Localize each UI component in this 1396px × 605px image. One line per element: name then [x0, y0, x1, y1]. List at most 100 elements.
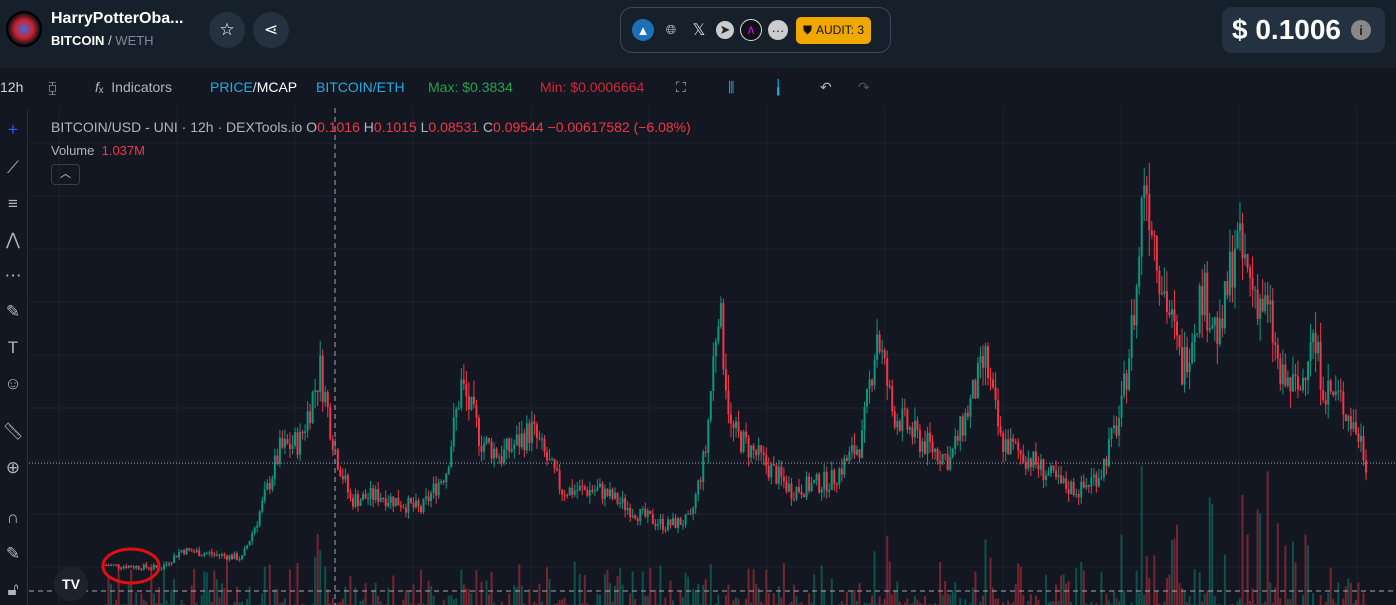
candle-body [120, 567, 123, 569]
candle-body [571, 487, 574, 495]
price-mcap-toggle[interactable]: PRICE/MCAP [210, 79, 297, 95]
price-chart[interactable] [29, 108, 1396, 605]
price-option[interactable]: PRICE [210, 79, 253, 95]
candle-body [792, 498, 795, 500]
candle-body [858, 449, 861, 458]
emoji-icon[interactable]: ☺ [2, 374, 24, 396]
favorite-button[interactable]: ☆ [209, 12, 245, 48]
candle-body [1077, 494, 1080, 498]
crosshair-icon[interactable]: + [2, 120, 24, 142]
prediction-icon[interactable]: ⋯ [2, 266, 24, 288]
candle-body [666, 519, 669, 530]
volume-bar [1286, 599, 1289, 605]
candle-body [621, 498, 624, 504]
magnet-icon[interactable]: ∩ [2, 508, 24, 530]
candle-body [929, 432, 932, 442]
undo-icon[interactable]: ↶ [820, 79, 832, 96]
candle-body [420, 506, 422, 512]
candle-body [107, 565, 110, 567]
candle-body [1276, 344, 1279, 359]
zoom-icon[interactable]: ⊕ [2, 458, 24, 480]
indicators-button[interactable]: fₓ Indicators [95, 79, 172, 95]
candle-body [530, 421, 533, 443]
candle-body [1060, 475, 1063, 484]
redo-icon[interactable]: ↷ [858, 79, 870, 96]
volume-bar [820, 565, 823, 605]
candle-body [1115, 425, 1118, 436]
token-sniffer-icon[interactable]: ∧ [740, 19, 762, 41]
mcap-option[interactable]: MCAP [257, 79, 297, 95]
volume-bar [1173, 538, 1176, 605]
candle-body [810, 482, 813, 492]
candle-body [984, 346, 987, 368]
volume-bar [1193, 569, 1196, 605]
candle-body [319, 355, 322, 393]
volume-bar [157, 586, 160, 605]
candle-body [223, 554, 226, 556]
unlock-icon[interactable]: 🔓︎ [2, 580, 24, 602]
volume-bar [442, 599, 445, 605]
more-icon[interactable]: ··· [768, 20, 788, 40]
candle-body [1133, 315, 1136, 326]
x-icon[interactable]: 𝕏 [688, 19, 710, 41]
candle-body [659, 518, 662, 525]
candle-body [200, 555, 203, 557]
volume-bar [1135, 570, 1138, 605]
candles-chart-icon[interactable]: ⫼ [728, 79, 734, 96]
candle-body [1228, 251, 1231, 296]
candle-type-icon[interactable]: ⧮ [48, 79, 57, 96]
info-icon[interactable]: i [1351, 20, 1371, 40]
social-links: ▲ 🌐︎ 𝕏 ➤ ∧ ··· ⛊ AUDIT: 3 [620, 7, 891, 53]
fib-icon[interactable]: ≡ [2, 194, 24, 216]
candle-body [1198, 286, 1201, 334]
candle-body [513, 444, 516, 450]
candle-body [1216, 317, 1219, 345]
token-name[interactable]: HarryPotterOba... [51, 10, 183, 28]
share-button[interactable]: ⋖ [253, 12, 289, 48]
ruler-icon[interactable]: 📏︎ [2, 422, 24, 444]
candle-body [1047, 472, 1050, 476]
candle-body [767, 465, 770, 478]
candle-body [1130, 315, 1133, 359]
brush-icon[interactable]: ✎ [2, 302, 24, 324]
candle-body [137, 566, 140, 569]
candle-body [692, 508, 695, 515]
dextools-icon[interactable]: ▲ [632, 19, 654, 41]
globe-icon[interactable]: 🌐︎ [660, 19, 682, 41]
audit-badge[interactable]: ⛊ AUDIT: 3 [796, 16, 872, 44]
pattern-icon[interactable]: ⋀ [2, 230, 24, 252]
fullscreen-icon[interactable]: ⛶ [676, 79, 686, 96]
candle-body [188, 548, 191, 550]
candle-body [871, 379, 874, 386]
candle-body [598, 483, 601, 488]
candle-body [1075, 494, 1078, 496]
candle-body [828, 489, 831, 492]
interval-button[interactable]: 12h [0, 79, 23, 95]
tradingview-logo[interactable]: TV [54, 567, 88, 601]
volume-bar [840, 600, 843, 605]
header: HarryPotterOba... BITCOIN / WETH ☆ ⋖ ▲ 🌐… [0, 0, 1396, 68]
text-icon[interactable]: T [2, 338, 24, 360]
candle-body [1211, 325, 1214, 329]
pair-toggle[interactable]: BITCOIN/ETH [316, 79, 405, 95]
volume-bar [1279, 598, 1282, 605]
candle-body [830, 470, 833, 490]
volume-bar [896, 581, 899, 605]
candle-body [1155, 235, 1158, 271]
candle-body [427, 496, 430, 501]
candle-body [518, 434, 521, 448]
candle-body [941, 453, 944, 464]
telegram-icon[interactable]: ➤ [716, 21, 734, 39]
volume-bar [1178, 582, 1181, 605]
volume-bar [1050, 601, 1052, 605]
candle-body [397, 497, 400, 506]
collapse-legend-button[interactable]: ︿ [51, 164, 80, 185]
volume-bar [427, 580, 430, 605]
lock-drawing-icon[interactable]: ✎ [2, 544, 24, 566]
trend-line-icon[interactable]: ⟋ [2, 158, 24, 180]
bars-chart-icon[interactable]: ╽ [774, 79, 782, 96]
candle-body [913, 420, 916, 438]
candle-body [392, 496, 395, 507]
volume-bar [283, 598, 286, 605]
volume-bar [1057, 600, 1060, 605]
